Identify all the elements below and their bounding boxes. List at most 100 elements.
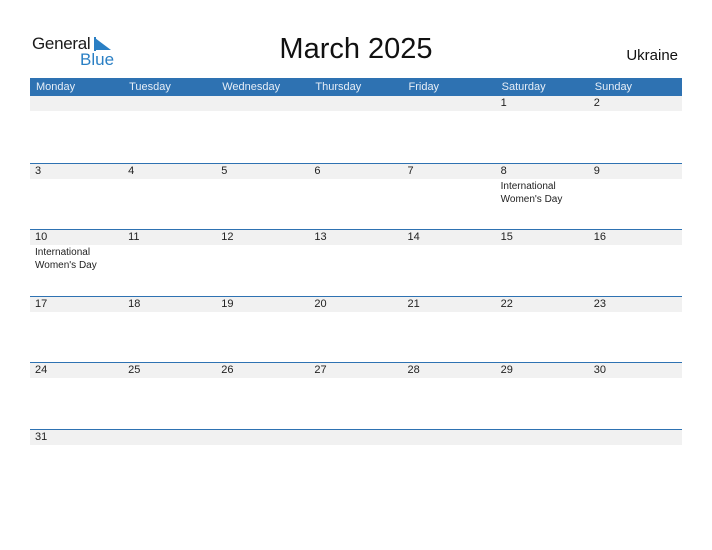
day-number: 22 bbox=[500, 297, 513, 310]
day-cell: 1 bbox=[496, 96, 589, 111]
day-number bbox=[408, 96, 496, 111]
week-row: 17 18 19 20 21 22 23 bbox=[30, 295, 682, 363]
day-number bbox=[408, 430, 496, 445]
day-cell: 5 bbox=[216, 164, 309, 206]
day-cell bbox=[309, 96, 402, 111]
day-cell: 7 bbox=[403, 164, 496, 206]
day-cell: 16 bbox=[589, 230, 682, 272]
day-cell: 23 bbox=[589, 297, 682, 312]
day-cell: 17 bbox=[30, 297, 123, 312]
day-number: 24 bbox=[35, 364, 48, 376]
day-number: 17 bbox=[35, 297, 48, 310]
weekday-tuesday: Tuesday bbox=[129, 81, 171, 93]
day-number: 27 bbox=[314, 364, 327, 376]
day-cell: 18 bbox=[123, 297, 216, 312]
weekday-saturday: Saturday bbox=[501, 81, 546, 93]
day-number: 12 bbox=[221, 231, 234, 243]
day-cell: 29 bbox=[496, 363, 589, 378]
weekday-sunday: Sunday bbox=[594, 81, 633, 93]
day-cell: 13 bbox=[309, 230, 402, 272]
day-number: 25 bbox=[128, 364, 141, 376]
week-cells: 31 bbox=[30, 430, 682, 445]
day-cell: 12 bbox=[216, 230, 309, 272]
day-number: 15 bbox=[500, 231, 513, 243]
day-number: 21 bbox=[407, 297, 420, 310]
week-row: 12 bbox=[30, 96, 682, 163]
day-number: 19 bbox=[221, 297, 234, 310]
week-row: 10 International Women's Day 11 12 13 14 15 16 bbox=[30, 229, 682, 296]
day-cell: 22 bbox=[496, 297, 589, 312]
day-number: 10 bbox=[35, 231, 48, 243]
day-cell: 11 bbox=[123, 230, 216, 272]
day-cell: 3 bbox=[30, 164, 123, 206]
week-cells: 3 4 5 6 7 8 International Women's Day 9 bbox=[30, 164, 682, 206]
weekday-wednesday: Wednesday bbox=[222, 81, 281, 93]
day-cell: 26 bbox=[216, 363, 309, 378]
day-cell: 6 bbox=[309, 164, 402, 206]
weekday-thursday: Thursday bbox=[315, 81, 362, 93]
day-cell: 2 bbox=[589, 96, 682, 111]
country-label: Ukraine bbox=[626, 47, 678, 64]
day-number: 4 bbox=[128, 164, 135, 177]
day-number: 6 bbox=[314, 164, 321, 177]
day-cell bbox=[123, 96, 216, 111]
day-number: 16 bbox=[593, 231, 606, 243]
day-number bbox=[594, 430, 682, 445]
day-number: 29 bbox=[500, 364, 513, 376]
day-number: 23 bbox=[593, 297, 606, 310]
week-row: 24 25 26 27 28 29 30 bbox=[30, 362, 682, 429]
day-number bbox=[221, 430, 309, 445]
day-number: 3 bbox=[35, 164, 42, 177]
day-number: 26 bbox=[221, 364, 234, 376]
day-cell: 21 bbox=[403, 297, 496, 312]
day-cell bbox=[216, 96, 309, 111]
day-number: 1 bbox=[500, 97, 507, 109]
day-number: 13 bbox=[314, 231, 327, 243]
weekday-monday: Monday bbox=[36, 81, 76, 93]
day-cell bbox=[403, 430, 496, 445]
day-number bbox=[35, 96, 123, 111]
day-cell: 14 bbox=[403, 230, 496, 272]
day-number: 31 bbox=[35, 430, 48, 443]
day-number: 11 bbox=[128, 231, 140, 243]
day-number: 30 bbox=[593, 364, 606, 376]
day-cell bbox=[309, 430, 402, 445]
day-cell: 9 bbox=[589, 164, 682, 206]
week-row: 31 bbox=[30, 428, 682, 496]
day-number: 5 bbox=[221, 164, 228, 177]
day-cell bbox=[216, 430, 309, 445]
day-number: 2 bbox=[593, 97, 600, 109]
day-cell: 8 International Women's Day bbox=[496, 164, 589, 206]
day-number bbox=[128, 430, 216, 445]
day-cell: 10 International Women's Day bbox=[30, 230, 123, 272]
day-number bbox=[221, 96, 309, 111]
day-cell: 25 bbox=[123, 363, 216, 378]
day-cell bbox=[30, 96, 123, 111]
holiday-label: International Women's Day bbox=[35, 247, 97, 271]
day-cell: 24 bbox=[30, 363, 123, 378]
day-cell: 31 bbox=[30, 430, 123, 445]
day-number: 8 bbox=[500, 164, 507, 177]
day-cell: 27 bbox=[309, 363, 402, 378]
calendar-grid: Monday Tuesday Wednesday Thursday Friday… bbox=[30, 78, 682, 495]
weeks-container: 1 2 3 4 5 6 7 8 International Women's Day 9 10 Inte… bbox=[30, 96, 682, 495]
day-number: 20 bbox=[314, 297, 327, 310]
day-cell: 4 bbox=[123, 164, 216, 206]
week-row: 3 4 5 6 7 8 International Women's Day 9 bbox=[30, 162, 682, 230]
day-number: 9 bbox=[593, 164, 600, 177]
day-cell: 15 bbox=[496, 230, 589, 272]
calendar-title: March 2025 bbox=[279, 33, 433, 65]
day-number bbox=[128, 96, 216, 111]
week-cells: 24 25 26 27 28 29 30 bbox=[30, 363, 682, 378]
day-number bbox=[314, 430, 402, 445]
day-number: 14 bbox=[407, 231, 420, 243]
day-number: 7 bbox=[407, 164, 414, 177]
day-cell bbox=[123, 430, 216, 445]
day-number: 28 bbox=[407, 364, 420, 376]
week-cells: 17 18 19 20 21 22 23 bbox=[30, 297, 682, 312]
week-cells: 12 bbox=[30, 96, 682, 111]
weekday-header: Monday Tuesday Wednesday Thursday Friday… bbox=[30, 78, 682, 96]
day-cell bbox=[589, 430, 682, 445]
day-cell: 28 bbox=[403, 363, 496, 378]
day-cell bbox=[496, 430, 589, 445]
